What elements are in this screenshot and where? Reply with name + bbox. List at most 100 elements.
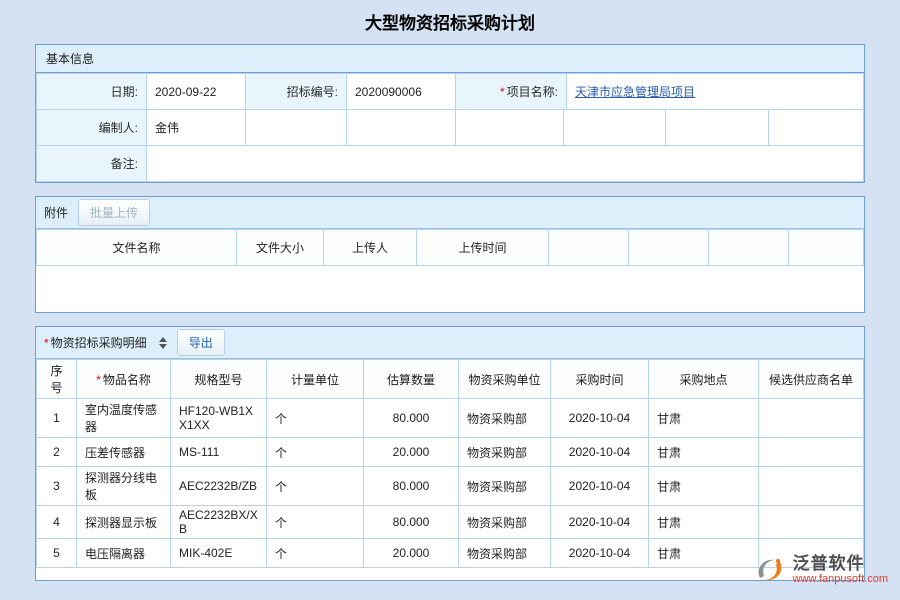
cell-candidate-suppliers (759, 467, 864, 506)
date-value: 2020-09-22 (147, 74, 246, 110)
project-name-link[interactable]: 天津市应急管理局项目 (575, 85, 695, 99)
cell-purchase-place: 甘肃 (649, 539, 759, 568)
cell-unit: 个 (267, 438, 364, 467)
attachments-section-title: 附件 (44, 204, 68, 221)
cell-qty: 20.000 (364, 438, 459, 467)
basic-info-section-header: 基本信息 (36, 45, 864, 73)
attachment-col-uploader: 上传人 (324, 230, 417, 266)
cell-purchase-place: 甘肃 (649, 438, 759, 467)
cell-purchase-dept: 物资采购部 (459, 506, 551, 539)
table-row: 1 室内温度传感器 HF120-WB1XX1XX 个 80.000 物资采购部 … (37, 399, 864, 438)
attachments-table: 文件名称 文件大小 上传人 上传时间 (36, 229, 864, 266)
cell-qty: 80.000 (364, 506, 459, 539)
compiler-label: 编制人: (37, 110, 147, 146)
cell-item-name: 室内温度传感器 (77, 399, 171, 438)
cell-purchase-dept: 物资采购部 (459, 539, 551, 568)
attachment-col-filesize: 文件大小 (237, 230, 324, 266)
fanpu-logo-icon (753, 555, 787, 585)
cell-purchase-time: 2020-10-04 (551, 506, 649, 539)
attachment-col-filename: 文件名称 (37, 230, 237, 266)
batch-upload-button[interactable]: 批量上传 (78, 199, 150, 226)
table-row: 4 探测器显示板 AEC2232BX/XB 个 80.000 物资采购部 202… (37, 506, 864, 539)
empty-cell (666, 110, 769, 146)
empty-cell (564, 110, 666, 146)
cell-item-name: 压差传感器 (77, 438, 171, 467)
cell-purchase-time: 2020-10-04 (551, 438, 649, 467)
compiler-value: 金伟 (147, 110, 246, 146)
col-spec: 规格型号 (171, 360, 267, 399)
cell-qty: 80.000 (364, 399, 459, 438)
fanpu-footer-logo: 泛普软件 www.fanpusoft.com (753, 554, 888, 586)
attachments-header-bar: 附件 批量上传 (36, 197, 864, 229)
col-unit: 计量单位 (267, 360, 364, 399)
cell-item-name: 探测器分线电板 (77, 467, 171, 506)
cell-unit: 个 (267, 399, 364, 438)
col-seq: 序号 (37, 360, 77, 399)
cell-candidate-suppliers (759, 399, 864, 438)
col-purchase-place: 采购地点 (649, 360, 759, 399)
cell-purchase-place: 甘肃 (649, 467, 759, 506)
cell-purchase-time: 2020-10-04 (551, 399, 649, 438)
cell-purchase-dept: 物资采购部 (459, 399, 551, 438)
remark-label: 备注: (37, 146, 147, 182)
table-row: 3 探测器分线电板 AEC2232B/ZB 个 80.000 物资采购部 202… (37, 467, 864, 506)
export-button[interactable]: 导出 (177, 329, 225, 356)
remark-value (147, 146, 864, 182)
brand-name: 泛普软件 (793, 554, 888, 574)
detail-table: 序号 *物品名称 规格型号 计量单位 估算数量 物资采购单位 采购时间 采购地点… (36, 359, 864, 568)
detail-header-bar: *物资招标采购明细 导出 (36, 327, 864, 359)
cell-unit: 个 (267, 467, 364, 506)
basic-info-section: 基本信息 日期: 2020-09-22 招标编号: 2020090006 *项目… (35, 44, 865, 183)
cell-item-name: 电压隔离器 (77, 539, 171, 568)
empty-cell (347, 110, 456, 146)
cell-item-name: 探测器显示板 (77, 506, 171, 539)
bid-no-value: 2020090006 (347, 74, 456, 110)
empty-cell (769, 110, 864, 146)
detail-section: *物资招标采购明细 导出 序号 *物品名称 规格型号 计量单位 估算数量 物资采… (35, 326, 865, 581)
cell-seq: 2 (37, 438, 77, 467)
attachments-section: 附件 批量上传 文件名称 文件大小 上传人 上传时间 (35, 196, 865, 313)
cell-unit: 个 (267, 539, 364, 568)
required-asterisk: * (96, 373, 101, 387)
col-purchase-dept: 物资采购单位 (459, 360, 551, 399)
col-qty: 估算数量 (364, 360, 459, 399)
cell-candidate-suppliers (759, 506, 864, 539)
cell-spec: AEC2232BX/XB (171, 506, 267, 539)
required-asterisk: * (44, 336, 49, 350)
col-candidate-suppliers: 候选供应商名单 (759, 360, 864, 399)
attachment-col-empty (709, 230, 789, 266)
table-row: 5 电压隔离器 MIK-402E 个 20.000 物资采购部 2020-10-… (37, 539, 864, 568)
empty-cell (456, 110, 564, 146)
detail-section-title: *物资招标采购明细 (44, 334, 147, 351)
cell-spec: MIK-402E (171, 539, 267, 568)
cell-spec: HF120-WB1XX1XX (171, 399, 267, 438)
cell-candidate-suppliers (759, 438, 864, 467)
brand-url: www.fanpusoft.com (793, 573, 888, 586)
col-item-name: *物品名称 (77, 360, 171, 399)
cell-unit: 个 (267, 506, 364, 539)
bid-no-label: 招标编号: (246, 74, 347, 110)
col-purchase-time: 采购时间 (551, 360, 649, 399)
empty-cell (246, 110, 347, 146)
cell-spec: AEC2232B/ZB (171, 467, 267, 506)
table-row: 2 压差传感器 MS-111 个 20.000 物资采购部 2020-10-04… (37, 438, 864, 467)
cell-seq: 4 (37, 506, 77, 539)
project-name-cell: 天津市应急管理局项目 (567, 74, 864, 110)
cell-qty: 20.000 (364, 539, 459, 568)
cell-purchase-place: 甘肃 (649, 399, 759, 438)
basic-info-row-1: 日期: 2020-09-22 招标编号: 2020090006 *项目名称: 天… (36, 73, 864, 110)
required-asterisk: * (500, 85, 505, 99)
cell-purchase-time: 2020-10-04 (551, 539, 649, 568)
project-name-label: *项目名称: (456, 74, 567, 110)
cell-purchase-place: 甘肃 (649, 506, 759, 539)
cell-purchase-time: 2020-10-04 (551, 467, 649, 506)
sort-arrows-icon[interactable] (159, 337, 167, 349)
cell-seq: 5 (37, 539, 77, 568)
attachment-col-empty (549, 230, 629, 266)
detail-header-row: 序号 *物品名称 规格型号 计量单位 估算数量 物资采购单位 采购时间 采购地点… (37, 360, 864, 399)
attachments-empty-body (36, 266, 864, 312)
date-label: 日期: (37, 74, 147, 110)
cell-qty: 80.000 (364, 467, 459, 506)
cell-spec: MS-111 (171, 438, 267, 467)
cell-purchase-dept: 物资采购部 (459, 467, 551, 506)
